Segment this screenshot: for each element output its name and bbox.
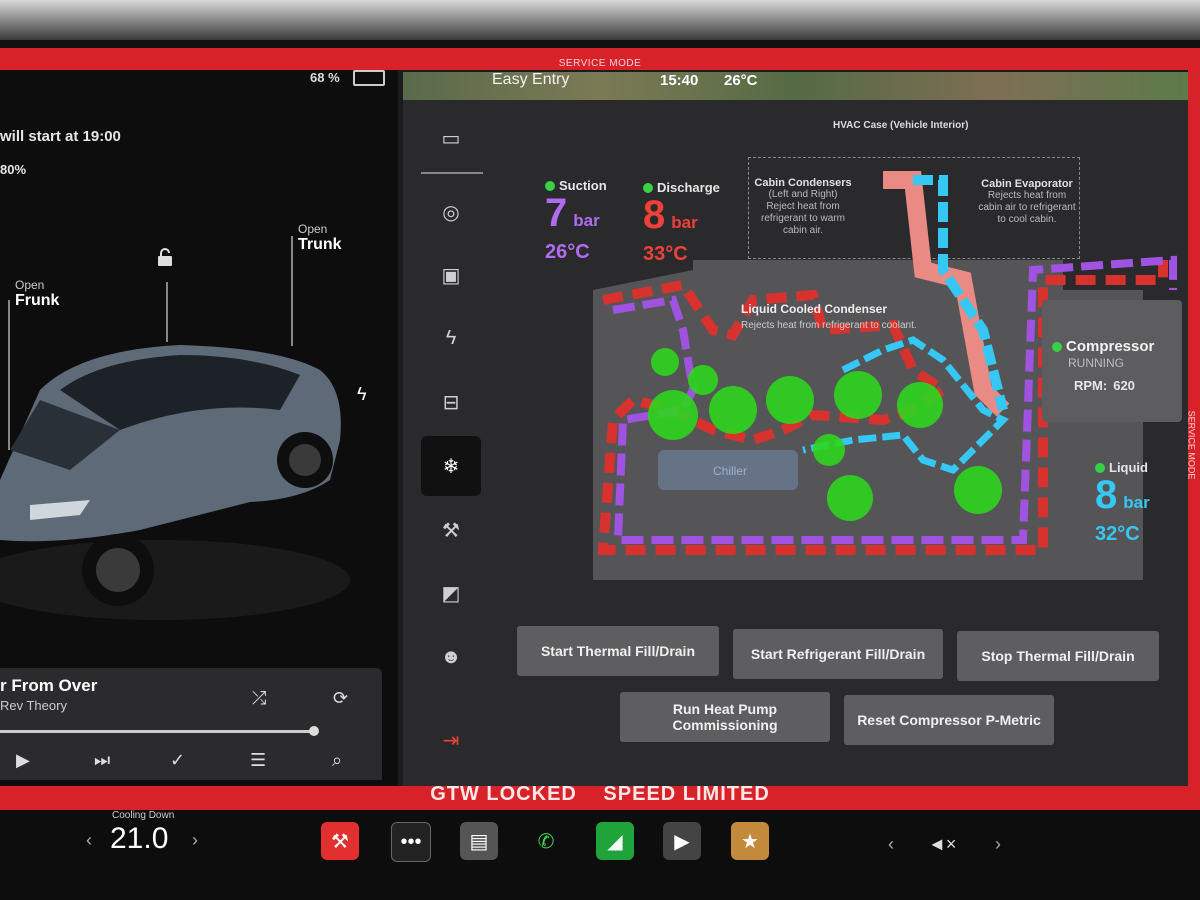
snowflake-icon[interactable]: ❄ <box>421 436 481 496</box>
charge-schedule: will start at 19:00 <box>0 128 121 145</box>
phone-icon[interactable]: ✆ <box>527 822 565 860</box>
favorite-check-icon[interactable]: ✓ <box>170 750 185 771</box>
artist-name: Rev Theory <box>0 698 67 713</box>
song-title: r From Over <box>0 676 98 695</box>
battery-icon <box>353 70 385 86</box>
repeat-icon[interactable]: ⟳ <box>333 688 348 709</box>
service-mode-label: SERVICE MODE <box>558 58 642 69</box>
compressor-status-dot <box>1052 342 1062 352</box>
liquid-status-dot <box>1095 463 1105 473</box>
charge-port-icon[interactable]: ϟ <box>357 384 367 405</box>
liquid-gauge: Liquid 8 bar 32°C <box>1095 460 1150 546</box>
liquid-unit: bar <box>1123 493 1150 512</box>
rpm-label: RPM: <box>1074 378 1108 393</box>
theater-icon[interactable]: ▶ <box>663 822 701 860</box>
chip-icon[interactable]: ▣ <box>421 245 481 305</box>
outside-temperature: 26°C <box>724 72 758 89</box>
open-trunk-button[interactable]: Open Trunk <box>298 222 342 254</box>
rpm-value: 620 <box>1113 378 1135 393</box>
vehicle-image <box>0 345 350 620</box>
suction-status-dot <box>545 181 555 191</box>
start-refrigerant-fill-drain-button[interactable]: Start Refrigerant Fill/Drain <box>733 629 943 679</box>
wrench-icon[interactable]: ⚒ <box>421 500 481 560</box>
manual-icon[interactable]: ▤ <box>460 822 498 860</box>
media-progress-handle[interactable] <box>309 726 319 736</box>
frunk-label: Frunk <box>15 292 60 309</box>
trunk-label: Trunk <box>298 236 342 253</box>
start-thermal-fill-drain-button[interactable]: Start Thermal Fill/Drain <box>517 626 719 676</box>
clock: 15:40 <box>660 72 699 89</box>
open-frunk-button[interactable]: Open Frunk <box>15 278 59 310</box>
driver-profile[interactable]: Easy Entry <box>492 71 569 89</box>
unlock-icon[interactable] <box>155 248 175 266</box>
gtw-locked-label: GTW LOCKED <box>430 783 577 805</box>
steering-icon[interactable]: ◎ <box>421 182 481 242</box>
service-wrench-icon[interactable]: ⚒ <box>321 822 359 860</box>
service-mode-side-label: SERVICE MODE <box>1186 410 1197 480</box>
service-warnings: GTW LOCKED SPEED LIMITED <box>0 783 1200 806</box>
liquid-temp: 32°C <box>1095 523 1140 545</box>
top-glare <box>0 0 1200 40</box>
stop-thermal-fill-drain-button[interactable]: Stop Thermal Fill/Drain <box>957 631 1159 681</box>
search-icon[interactable]: ⌕ <box>332 750 342 771</box>
hvac-case-title: HVAC Case (Vehicle Interior) <box>833 120 969 131</box>
toybox-icon[interactable]: ★ <box>731 822 769 860</box>
speed-limited-label: SPEED LIMITED <box>603 783 770 805</box>
mute-icon[interactable]: ◄× <box>928 834 956 855</box>
menu-divider <box>421 172 483 174</box>
run-heat-pump-commissioning-button[interactable]: Run Heat Pump Commissioning <box>620 692 830 742</box>
battery-icon[interactable]: ⊟ <box>421 372 481 432</box>
frunk-small-label: Open <box>15 278 45 292</box>
compressor-state: RUNNING <box>1068 356 1124 370</box>
liquid-cooled-condenser-title: Liquid Cooled Condenser <box>741 302 887 316</box>
person-icon[interactable]: ☻ <box>421 627 481 687</box>
media-progress-bar[interactable] <box>0 730 314 733</box>
temp-down-chevron-icon[interactable]: ‹ <box>86 830 92 851</box>
door-icon[interactable]: ◩ <box>421 563 481 623</box>
play-icon[interactable]: ▶ <box>16 750 30 771</box>
charge-limit: 80% <box>0 162 27 177</box>
trunk-small-label: Open <box>298 222 328 236</box>
next-track-icon[interactable]: ⏭ <box>94 750 110 771</box>
compressor-panel: Compressor RUNNING RPM: 620 <box>1042 300 1182 422</box>
liquid-value: 8 <box>1095 473 1118 517</box>
liquid-cooled-condenser-desc: Rejects heat from refrigerant to coolant… <box>741 320 917 331</box>
service-menu: ▭ ◎ ▣ ϟ ⊟ ❄ ⚒ ◩ ☻ ⇥ <box>403 100 493 786</box>
exit-icon[interactable]: ⇥ <box>421 710 481 770</box>
shuffle-icon[interactable]: ⤮ <box>252 688 266 709</box>
chiller-label: Chiller <box>713 464 747 478</box>
reset-compressor-p-metric-button[interactable]: Reset Compressor P-Metric <box>844 695 1054 745</box>
compressor-rpm: RPM: 620 <box>1068 378 1135 393</box>
more-apps-icon[interactable]: ••• <box>391 822 431 862</box>
climate-status: Cooling Down <box>112 810 175 821</box>
equalizer-icon[interactable]: ☰ <box>250 750 266 771</box>
temp-up-chevron-icon[interactable]: › <box>192 830 198 851</box>
cabin-temperature[interactable]: 21.0 <box>110 822 168 856</box>
charts-app-icon[interactable]: ◢ <box>596 822 634 860</box>
bolt-icon[interactable]: ϟ <box>421 308 481 368</box>
battery-percent: 68 % <box>310 70 340 85</box>
volume-up-chevron-icon[interactable]: › <box>995 834 1001 855</box>
suction-value: 7 <box>545 191 568 235</box>
car-icon[interactable]: ▭ <box>421 108 481 168</box>
volume-down-chevron-icon[interactable]: ‹ <box>888 834 894 855</box>
compressor-title: Compressor <box>1066 338 1155 355</box>
